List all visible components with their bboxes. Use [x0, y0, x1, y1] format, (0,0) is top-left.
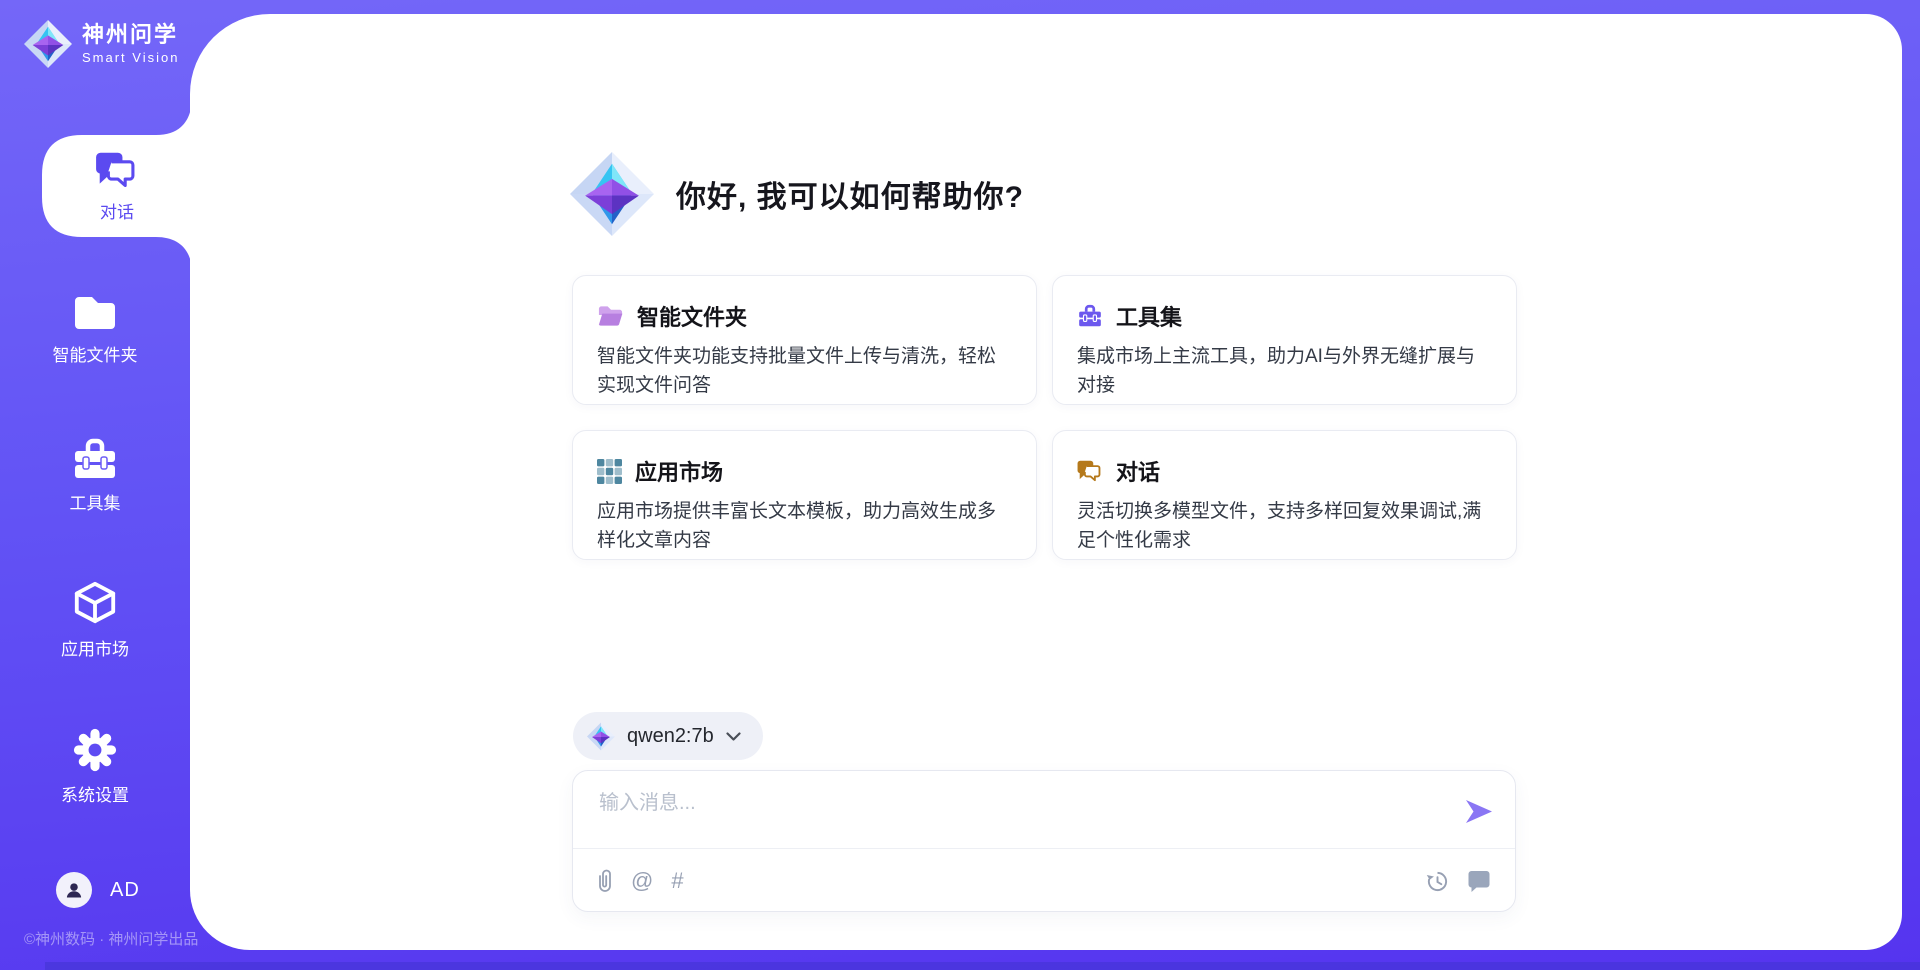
sidebar-item-label: 系统设置 — [61, 781, 129, 806]
sidebar-item-label: 工具集 — [70, 489, 121, 514]
card-toolset[interactable]: 工具集 集成市场上主流工具，助力AI与外界无缝扩展与对接 — [1052, 275, 1517, 405]
sidebar-item-toolset[interactable]: 工具集 — [0, 438, 190, 514]
greeting-block: 你好, 我可以如何帮助你? — [570, 150, 1024, 238]
model-diamond-icon — [587, 722, 615, 751]
card-description: 应用市场提供丰富长文本模板，助力高效生成多样化文章内容 — [597, 497, 1010, 555]
message-composer: @ # — [572, 770, 1516, 912]
brand-diamond-icon — [24, 18, 72, 70]
greeting-diamond-icon — [570, 150, 654, 238]
composer-divider — [573, 848, 1515, 849]
sidebar-item-label: 对话 — [100, 198, 134, 223]
model-name: qwen2:7b — [627, 725, 714, 748]
sidebar-item-settings[interactable]: 系统设置 — [0, 728, 190, 806]
avatar — [56, 872, 92, 908]
card-title: 对话 — [1116, 455, 1160, 487]
model-selector[interactable]: qwen2:7b — [573, 712, 763, 760]
folder-icon — [71, 292, 119, 332]
chat-icon — [1077, 459, 1103, 483]
send-icon[interactable] — [1465, 799, 1493, 824]
chat-icon — [95, 150, 139, 190]
hashtag-icon[interactable]: # — [671, 870, 683, 892]
user-name: AD — [110, 879, 140, 902]
attachment-icon[interactable] — [597, 869, 613, 893]
card-title: 智能文件夹 — [637, 300, 747, 332]
mention-icon[interactable]: @ — [631, 870, 653, 892]
cube-icon — [72, 580, 118, 626]
card-app-market[interactable]: 应用市场 应用市场提供丰富长文本模板，助力高效生成多样化文章内容 — [572, 430, 1037, 560]
sidebar-item-chat[interactable]: 对话 — [42, 135, 192, 237]
chat-bubble-icon[interactable] — [1467, 870, 1491, 893]
card-title: 工具集 — [1116, 300, 1182, 332]
user-account[interactable]: AD — [56, 872, 140, 908]
card-title: 应用市场 — [635, 455, 723, 487]
toolbox-icon — [1077, 304, 1103, 328]
folder-icon — [597, 304, 624, 328]
gear-icon — [73, 728, 117, 772]
app-logo: 神州问学 Smart Vision — [24, 18, 179, 70]
suggestion-cards: 智能文件夹 智能文件夹功能支持批量文件上传与清洗，轻松实现文件问答 工具集 集成… — [572, 275, 1517, 560]
sidebar-item-label: 智能文件夹 — [53, 341, 138, 366]
sidebar-item-app-market[interactable]: 应用市场 — [0, 580, 190, 660]
card-description: 集成市场上主流工具，助力AI与外界无缝扩展与对接 — [1077, 342, 1490, 400]
card-description: 智能文件夹功能支持批量文件上传与清洗，轻松实现文件问答 — [597, 342, 1010, 400]
card-chat[interactable]: 对话 灵活切换多模型文件，支持多样回复效果调试,满足个性化需求 — [1052, 430, 1517, 560]
card-description: 灵活切换多模型文件，支持多样回复效果调试,满足个性化需求 — [1077, 497, 1490, 555]
composer-toolbar: @ # — [597, 861, 1491, 901]
window-bottom-bar — [45, 962, 1920, 970]
history-icon[interactable] — [1426, 870, 1449, 893]
person-icon — [64, 880, 84, 900]
card-smart-folder[interactable]: 智能文件夹 智能文件夹功能支持批量文件上传与清洗，轻松实现文件问答 — [572, 275, 1037, 405]
sidebar-item-label: 应用市场 — [61, 635, 129, 660]
copyright-footer: ©神州数码 · 神州问学出品 — [24, 928, 198, 949]
greeting-text: 你好, 我可以如何帮助你? — [676, 172, 1024, 216]
toolbox-icon — [71, 438, 119, 480]
brand-subtitle: Smart Vision — [82, 50, 179, 65]
chevron-down-icon — [726, 732, 741, 741]
message-input[interactable] — [599, 786, 1449, 841]
brand-name: 神州问学 — [82, 23, 179, 47]
grid-icon — [597, 459, 622, 484]
sidebar-item-smart-folder[interactable]: 智能文件夹 — [0, 292, 190, 366]
